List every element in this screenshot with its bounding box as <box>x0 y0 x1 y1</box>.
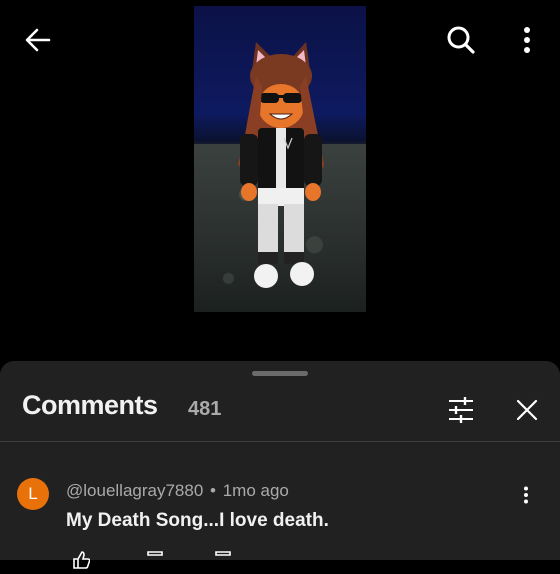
meta-separator: • <box>210 481 216 500</box>
close-icon <box>516 399 538 421</box>
close-comments-button[interactable] <box>510 393 544 427</box>
comment-text: My Death Song...I love death. <box>66 510 329 531</box>
video-player[interactable] <box>194 6 366 312</box>
reply-icon[interactable] <box>214 551 232 574</box>
dislike-icon[interactable] <box>146 551 164 574</box>
more-vertical-icon <box>524 486 528 504</box>
comment-actions <box>66 551 366 571</box>
search-icon <box>447 26 475 54</box>
drag-handle[interactable] <box>252 371 308 376</box>
more-vertical-icon <box>524 27 530 53</box>
more-options-button[interactable] <box>510 20 544 60</box>
comment-item: L @louellagray7880 • 1mo ago My Death So… <box>0 471 560 569</box>
search-button[interactable] <box>440 20 482 60</box>
sort-filter-button[interactable] <box>444 393 478 427</box>
back-button[interactable] <box>18 20 58 60</box>
comment-meta: @louellagray7880 • 1mo ago <box>66 481 289 501</box>
sliders-icon <box>449 397 473 423</box>
divider <box>0 441 560 442</box>
comment-time: 1mo ago <box>222 481 289 500</box>
comments-sheet: Comments 481 L @louellagray7880 • 1mo ag… <box>0 361 560 569</box>
arrow-left-icon <box>25 28 51 52</box>
like-icon[interactable] <box>72 551 91 574</box>
comments-title: Comments <box>22 390 158 420</box>
comments-count: 481 <box>188 398 222 420</box>
comment-menu-button[interactable] <box>514 481 538 509</box>
roblox-avatar-image <box>238 42 324 288</box>
avatar[interactable]: L <box>17 478 49 510</box>
comment-author[interactable]: @louellagray7880 <box>66 481 203 500</box>
